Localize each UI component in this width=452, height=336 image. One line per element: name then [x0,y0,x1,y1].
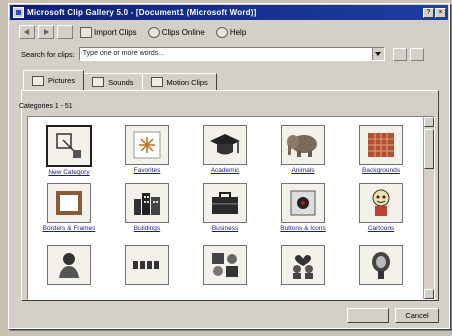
cancel-button[interactable]: Cancel [395,308,439,323]
app-icon [13,7,24,18]
search-row: Search for clips: Type one or more words… [11,45,447,63]
sound-icon [92,77,105,87]
toolbar: Import Clips Clips Online Help [11,22,447,42]
import-clips-label: Import Clips [94,27,137,37]
entertainment-icon [203,245,247,285]
clip-row3-3[interactable] [194,245,256,287]
family-icon [281,245,325,285]
forward-button[interactable] [38,25,54,39]
communication-icon [47,245,91,285]
buildings-icon [125,183,169,223]
title-bar: Microsoft Clip Gallery 5.0 - [Document1 … [10,5,448,20]
all-categories-button[interactable] [57,25,73,39]
clip-label: Animals [291,167,315,174]
clip-label: Favorites [133,167,161,174]
film-icon [150,77,163,87]
clip-row3-4[interactable] [272,245,334,287]
scroll-thumb[interactable] [424,129,434,169]
backgrounds-icon [359,125,403,165]
clip-label: New Category [48,169,90,176]
clip-label: Borders & Frames [42,225,96,232]
clip-backgrounds[interactable]: Backgrounds [350,125,412,174]
animals-icon [281,125,325,165]
tab-sounds-label: Sounds [108,77,134,87]
chevron-down-icon[interactable] [371,48,384,60]
food-icon [359,245,403,285]
clip-label: Business [211,225,239,232]
clip-favorites[interactable]: Favorites [116,125,178,174]
help-icon [215,26,228,38]
clips-online-label: Clips Online [161,27,205,37]
clip-label: Cartoons [367,225,395,232]
import-icon [80,26,92,38]
search-input-text: Type one or more words... [82,50,165,57]
new-category-icon [46,125,92,167]
clip-row3-2[interactable] [116,245,178,287]
clip-business[interactable]: Business [194,183,256,232]
clip-row3-5[interactable] [350,245,412,287]
clip-new-category[interactable]: New Category [38,125,100,176]
bottom-bar: Cancel [11,304,447,324]
clip-grid: New Category Favorites Academic Animals … [27,116,435,300]
paste-icon[interactable] [409,47,424,61]
tab-motion-clips[interactable]: Motion Clips [141,73,217,90]
clip-buttons-icons[interactable]: Buttons & Icons [272,183,334,232]
help-label: Help [229,27,247,37]
dividers-icon [125,245,169,285]
clip-label: Academic [210,167,240,174]
buttons-icons-icon [281,183,325,223]
clip-academic[interactable]: Academic [194,125,256,174]
clip-row3-1[interactable] [38,245,100,287]
scroll-up-button[interactable] [424,117,434,127]
copy-icon[interactable] [392,47,407,61]
import-clips-button[interactable]: Import Clips [76,24,141,40]
category-header: Categories 1 - 51 [19,103,73,110]
close-button[interactable]: × [435,7,446,18]
cartoons-icon [359,183,403,223]
borders-frames-icon [47,183,91,223]
favorites-icon [125,125,169,165]
tab-motion-clips-label: Motion Clips [166,77,208,87]
business-icon [203,183,247,223]
pictures-icon [32,75,44,86]
clip-cartoons[interactable]: Cartoons [350,183,412,232]
academic-icon [203,125,247,165]
clip-borders-frames[interactable]: Borders & Frames [38,183,100,232]
clip-gallery-window: Microsoft Clip Gallery 5.0 - [Document1 … [8,3,450,329]
clips-online-button[interactable]: Clips Online [144,24,209,40]
tab-sounds[interactable]: Sounds [83,73,143,90]
window-title: Microsoft Clip Gallery 5.0 - [Document1 … [27,8,257,17]
tab-strip: Pictures Sounds Motion Clips [23,70,217,90]
search-label: Search for clips: [21,49,75,59]
search-input[interactable]: Type one or more words... [78,47,385,61]
clip-label: Buttons & Icons [280,225,326,232]
clip-animals[interactable]: Animals [272,125,334,174]
clip-buildings[interactable]: Buildings [116,183,178,232]
clip-label: Backgrounds [362,167,400,174]
tab-pictures-label: Pictures [48,76,76,85]
help-title-button[interactable]: ? [423,7,434,18]
help-button[interactable]: Help [212,24,250,40]
back-button[interactable] [19,25,35,39]
globe-icon [147,26,160,38]
scroll-down-button[interactable] [424,289,434,299]
vertical-scrollbar[interactable] [423,117,434,299]
clip-label: Buildings [133,225,161,232]
tab-pictures[interactable]: Pictures [23,70,85,90]
blank-button[interactable] [347,308,389,323]
